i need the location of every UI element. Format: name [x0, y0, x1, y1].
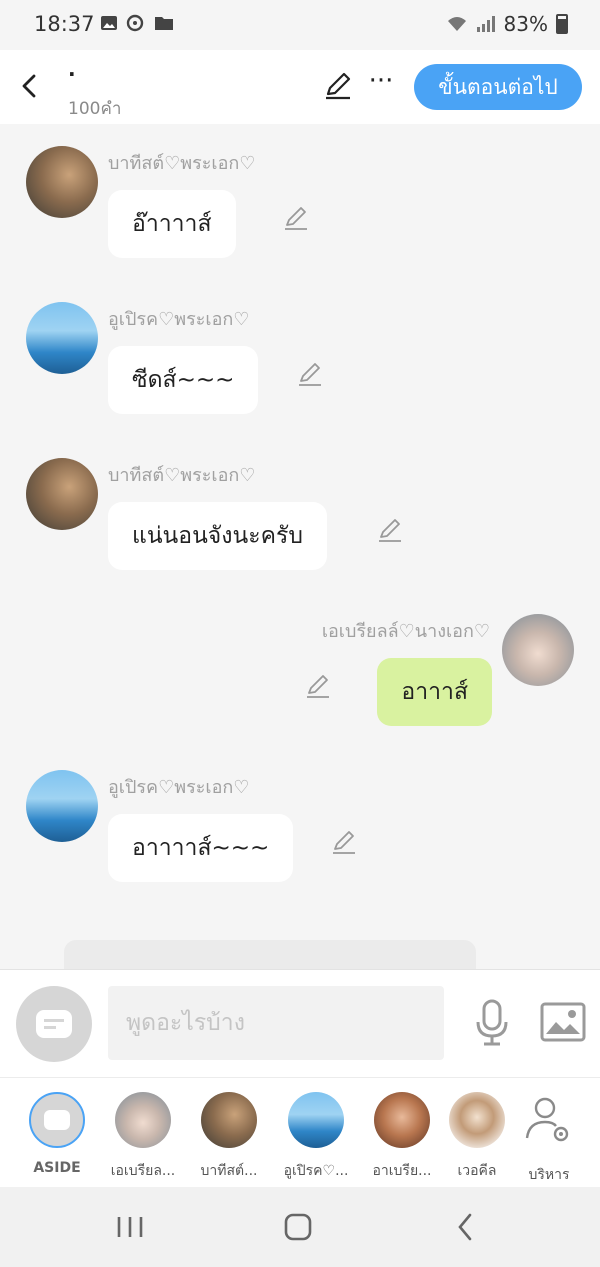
message-bubble[interactable]: อ๊าาาาส์ [108, 190, 236, 258]
character-item[interactable]: เวอคีล [438, 1092, 516, 1182]
avatar[interactable] [26, 458, 98, 530]
speaker-name: บาทีสต์♡พระเอก♡ [108, 153, 256, 174]
speaker-name: เอเบรียลล์♡นางเอก♡ [321, 621, 490, 642]
back-nav-icon[interactable] [446, 1209, 486, 1245]
more-options-button[interactable]: ··· [366, 66, 396, 106]
avatar[interactable] [26, 146, 98, 218]
avatar[interactable] [502, 614, 574, 686]
aside-toggle-button[interactable] [16, 986, 92, 1062]
system-nav-bar [0, 1187, 600, 1267]
chat-header: · 100คำ ··· ขั้นตอนต่อไป [0, 50, 600, 124]
status-right: 83% [446, 12, 568, 36]
folder-icon [155, 17, 173, 30]
image-icon[interactable] [540, 1002, 586, 1042]
signal-icon [476, 16, 495, 32]
battery-percent: 83% [503, 12, 548, 36]
edit-pencil-icon[interactable] [376, 516, 404, 544]
notification-icons [100, 14, 174, 32]
character-label: เอเบรียล... [110, 1163, 176, 1179]
character-bar: ASIDE เอเบรียล... บาทีสต์... อูเปิรค♡...… [0, 1077, 600, 1187]
character-label: เวอคีล [457, 1163, 497, 1179]
character-label: ASIDE [33, 1160, 81, 1176]
avatar [449, 1092, 505, 1148]
character-label: บาทีสต์... [200, 1163, 258, 1179]
message-bubble[interactable]: แน่นอนจังนะครับ [108, 502, 327, 570]
back-arrow-icon[interactable] [14, 68, 46, 104]
aside-avatar [29, 1092, 85, 1148]
message-bubble[interactable]: อาาาาส์~~~ [108, 814, 294, 882]
message-bubble[interactable]: ซีดส์~~~ [108, 346, 259, 414]
character-item[interactable]: อูเปิรค♡... [277, 1092, 355, 1182]
battery-icon [556, 14, 568, 34]
next-step-button[interactable]: ขั้นตอนต่อไป [414, 64, 582, 110]
character-label: บริหาร [528, 1167, 570, 1183]
manage-user-icon [525, 1097, 569, 1142]
sync-icon [126, 14, 144, 32]
avatar [115, 1092, 171, 1148]
avatar[interactable] [26, 302, 98, 374]
speaker-name: บาทีสต์♡พระเอก♡ [108, 465, 256, 486]
microphone-icon[interactable] [472, 998, 512, 1048]
edit-pencil-icon[interactable] [304, 672, 332, 700]
character-item-aside[interactable]: ASIDE [18, 1092, 96, 1176]
manage-characters-item[interactable]: บริหาร [510, 1092, 588, 1186]
character-item[interactable]: บาทีสต์... [190, 1092, 268, 1182]
character-item[interactable]: เอเบรียล... [104, 1092, 182, 1182]
home-icon[interactable] [278, 1209, 318, 1245]
avatar [288, 1092, 344, 1148]
character-label: อูเปิรค♡... [283, 1163, 349, 1179]
status-time: 18:37 [34, 12, 95, 36]
wifi-icon [447, 17, 466, 31]
avatar[interactable] [26, 770, 98, 842]
chat-area[interactable]: บาทีสต์♡พระเอก♡ อ๊าาาาส์ อูเปิรค♡พระเอก♡… [0, 124, 600, 969]
edit-pencil-icon[interactable] [282, 204, 310, 232]
speaker-name: อูเปิรค♡พระเอก♡ [108, 309, 250, 330]
word-count: 100คำ [68, 99, 122, 119]
edit-pencil-icon[interactable] [322, 70, 354, 102]
character-item[interactable]: อาเบรีย... [363, 1092, 441, 1182]
page-title: · [68, 62, 76, 86]
edit-pencil-icon[interactable] [330, 828, 358, 856]
message-bubble[interactable]: อาาาส์ [377, 658, 492, 726]
narration-card[interactable] [64, 940, 476, 969]
speaker-name: อูเปิรค♡พระเอก♡ [108, 777, 250, 798]
avatar [201, 1092, 257, 1148]
input-bar [0, 969, 600, 1077]
status-bar: 18:37 83% [0, 0, 600, 50]
aside-icon [36, 1010, 72, 1038]
gallery-icon [101, 16, 117, 30]
avatar [374, 1092, 430, 1148]
character-label: อาเบรีย... [372, 1163, 432, 1179]
aside-icon [44, 1110, 70, 1130]
message-input[interactable] [108, 986, 444, 1060]
edit-pencil-icon[interactable] [296, 360, 324, 388]
recent-apps-icon[interactable] [110, 1209, 150, 1245]
